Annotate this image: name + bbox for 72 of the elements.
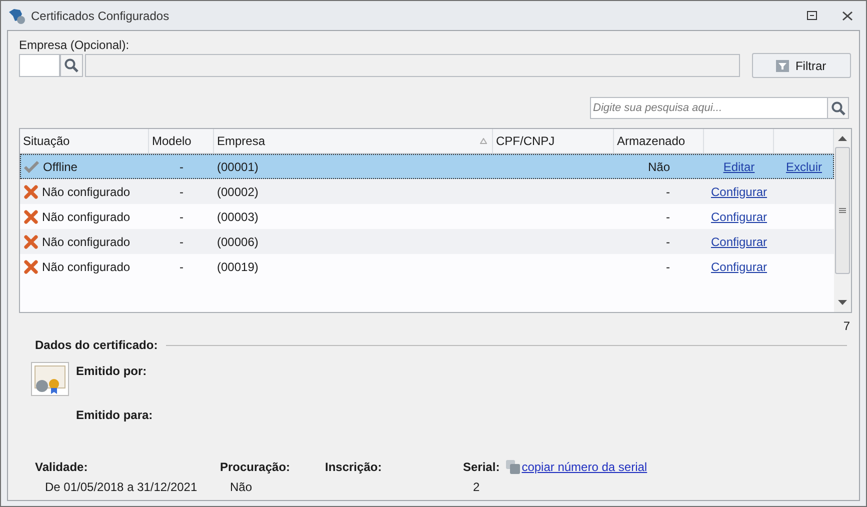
- table-cell: -: [180, 160, 184, 174]
- field-value: De 01/05/2018 a 31/12/2021: [44, 479, 198, 496]
- table-cell: Não: [648, 160, 670, 174]
- action-link[interactable]: Editar: [723, 160, 755, 174]
- column-header[interactable]: Armazenado: [614, 129, 704, 153]
- status-text: Offline: [43, 158, 78, 176]
- field-value: Não: [229, 479, 254, 496]
- search-button[interactable]: [60, 54, 83, 77]
- action-link[interactable]: Configurar: [710, 184, 768, 198]
- table-cell: -: [180, 184, 184, 198]
- section-title: Dados do certificado:: [35, 337, 158, 354]
- cross-icon: [24, 234, 38, 248]
- scroll-down-icon[interactable]: [838, 300, 847, 305]
- scrollbar-thumb[interactable]: [835, 147, 850, 274]
- status-text: Não configurado: [42, 258, 130, 276]
- status-text: Não configurado: [42, 184, 130, 200]
- table-cell: (00003): [217, 210, 258, 224]
- table-cell: -: [180, 260, 184, 274]
- field-label: Emitido para:: [76, 407, 153, 424]
- table-cell: (00019): [217, 260, 258, 274]
- field-label: Empresa (Opcional):: [19, 38, 130, 52]
- search-icon: [64, 58, 79, 73]
- cross-icon: [24, 260, 38, 274]
- field-label: Serial:: [463, 459, 500, 476]
- column-header[interactable]: CPF/CNPJ: [493, 129, 614, 153]
- window-title: Certificados Configurados: [31, 8, 170, 24]
- action-link[interactable]: Configurar: [710, 210, 768, 224]
- certificate-icon: [31, 362, 69, 396]
- field-label: Emitido por:: [76, 363, 148, 380]
- table-cell: (00001): [217, 160, 258, 174]
- cross-icon: [24, 210, 38, 224]
- filter-button[interactable]: Filtrar: [752, 53, 852, 78]
- status-text: Não configurado: [42, 234, 130, 250]
- field-label: Inscrição:: [325, 459, 382, 476]
- table-cell: -: [666, 184, 670, 198]
- action-link[interactable]: Excluir: [786, 160, 822, 174]
- copy-icon[interactable]: [506, 460, 520, 474]
- table-cell: (00002): [217, 184, 258, 198]
- status-text: Não configurado: [42, 208, 130, 226]
- search-icon: [830, 100, 846, 116]
- copy-serial-link[interactable]: copiar número da serial: [522, 458, 648, 476]
- check-icon: [24, 160, 39, 173]
- grip-icon: [839, 208, 846, 213]
- close-icon[interactable]: [842, 10, 853, 20]
- search-button[interactable]: [828, 97, 849, 119]
- field-label: Procuração:: [220, 459, 290, 476]
- cross-icon: [24, 184, 38, 198]
- column-header[interactable]: Empresa: [214, 129, 493, 153]
- column-header[interactable]: Modelo: [149, 129, 214, 153]
- field-value: 2: [472, 479, 481, 496]
- filter-icon: [776, 60, 790, 72]
- field-label: Validade:: [35, 459, 88, 476]
- company-code-field[interactable]: [19, 54, 60, 77]
- table-cell: -: [180, 210, 184, 224]
- table-row[interactable]: Não configurado - (00006) - Configurar: [20, 229, 834, 254]
- action-link[interactable]: Configurar: [710, 260, 768, 274]
- scroll-up-icon[interactable]: [838, 136, 847, 141]
- table-cell: -: [180, 234, 184, 248]
- scrollbar[interactable]: [834, 129, 851, 312]
- table-cell: -: [666, 260, 670, 274]
- app-icon: [8, 8, 26, 24]
- search-field[interactable]: Digite sua pesquisa aqui...: [590, 97, 828, 119]
- company-name-field[interactable]: [84, 54, 740, 77]
- table-cell: (00006): [217, 234, 258, 248]
- table-cell: -: [666, 234, 670, 248]
- record-count: 7: [843, 318, 850, 335]
- table-row[interactable]: Não configurado - (00002) - Configurar: [20, 179, 834, 204]
- column-header[interactable]: Situação: [20, 129, 149, 153]
- table-cell: -: [666, 210, 670, 224]
- table-row[interactable]: Offline - (00001) Não Editar Excluir: [20, 154, 834, 179]
- action-link[interactable]: Configurar: [710, 234, 768, 248]
- restore-icon[interactable]: [807, 11, 817, 20]
